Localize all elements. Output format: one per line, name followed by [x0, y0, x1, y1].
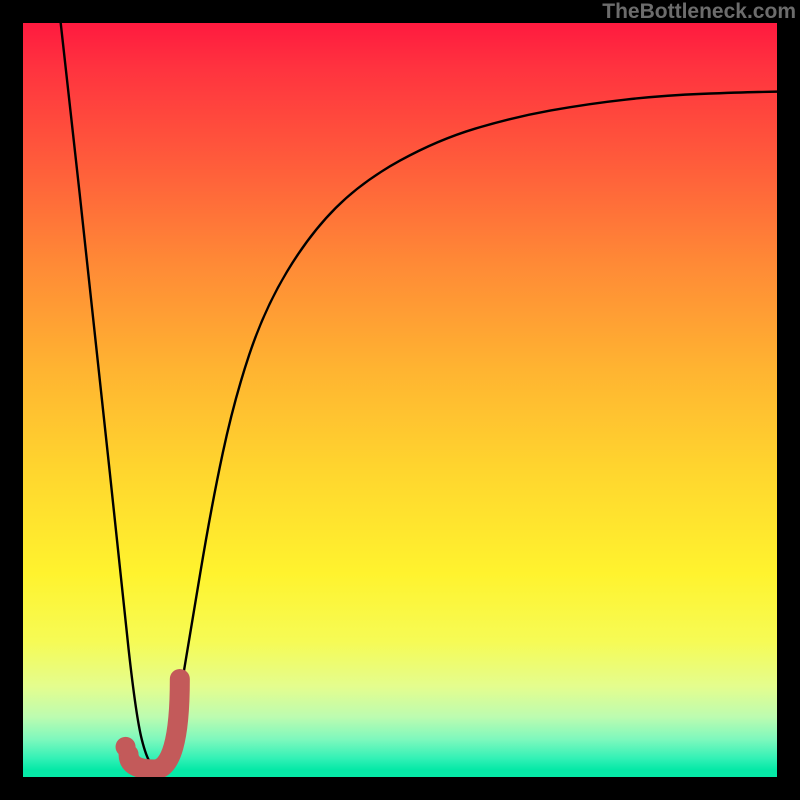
selected-hardware-dot	[116, 737, 136, 757]
plot-svg	[23, 23, 777, 777]
plot-area	[23, 23, 777, 777]
bottleneck-curve	[61, 23, 777, 766]
selected-hardware-arc	[129, 679, 180, 769]
watermark-text: TheBottleneck.com	[602, 0, 796, 24]
chart-frame: TheBottleneck.com	[0, 0, 800, 800]
